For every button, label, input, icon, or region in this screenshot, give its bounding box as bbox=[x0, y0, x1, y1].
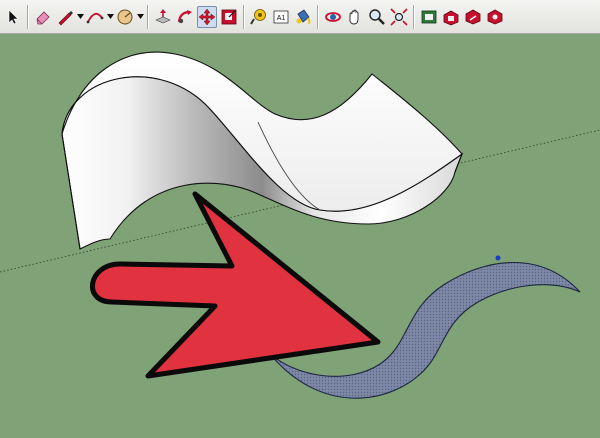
push-pull-tool-button[interactable] bbox=[153, 6, 173, 28]
tape-measure-icon bbox=[250, 8, 266, 25]
follow-me-icon bbox=[177, 9, 192, 23]
paint-bucket-icon bbox=[296, 8, 311, 24]
paint-bucket-tool-button[interactable] bbox=[293, 6, 313, 28]
zoom-icon bbox=[369, 8, 385, 25]
move-icon bbox=[198, 8, 216, 25]
arc-tool-button[interactable] bbox=[85, 6, 105, 28]
scale-icon bbox=[221, 9, 237, 24]
line-tool-button[interactable] bbox=[55, 6, 75, 28]
line-tool-dropdown[interactable] bbox=[76, 6, 84, 28]
move-tool-button[interactable] bbox=[197, 5, 217, 28]
share-model-icon bbox=[465, 9, 481, 24]
share-model-button[interactable] bbox=[463, 6, 483, 28]
protractor-icon bbox=[117, 9, 133, 24]
toolbar-separator bbox=[243, 4, 245, 29]
text-icon: A1 bbox=[273, 10, 289, 23]
3d-scene[interactable] bbox=[0, 34, 600, 438]
toolbar-separator bbox=[27, 4, 29, 29]
protractor-tool-button[interactable] bbox=[115, 6, 135, 28]
zoom-extents-tool-button[interactable] bbox=[389, 6, 409, 28]
pencil-icon bbox=[58, 10, 73, 25]
get-models-icon bbox=[443, 10, 459, 25]
select-arrow-icon bbox=[8, 8, 19, 24]
scale-tool-button[interactable] bbox=[219, 6, 239, 28]
chevron-down-icon bbox=[136, 14, 144, 19]
extension-warehouse-icon bbox=[487, 9, 503, 24]
eraser-tool-button[interactable] bbox=[33, 6, 53, 28]
zoom-tool-button[interactable] bbox=[367, 6, 387, 28]
pan-hand-icon bbox=[349, 9, 359, 24]
push-pull-icon bbox=[155, 8, 171, 23]
warehouse-icon bbox=[421, 10, 437, 23]
protractor-tool-dropdown[interactable] bbox=[136, 6, 144, 28]
get-models-button[interactable] bbox=[441, 6, 461, 28]
main-toolbar: A1 bbox=[0, 0, 600, 34]
arc-tool-dropdown[interactable] bbox=[106, 6, 114, 28]
arc-icon bbox=[86, 12, 104, 23]
chevron-down-icon bbox=[76, 14, 84, 19]
follow-me-tool-button[interactable] bbox=[175, 6, 195, 28]
svg-text:A1: A1 bbox=[277, 15, 286, 22]
toolbar-separator bbox=[317, 4, 319, 29]
tape-measure-tool-button[interactable] bbox=[249, 6, 269, 28]
3d-warehouse-button[interactable] bbox=[419, 6, 439, 28]
chevron-down-icon bbox=[106, 14, 114, 19]
orbit-tool-button[interactable] bbox=[323, 6, 343, 28]
orbit-icon bbox=[325, 11, 341, 22]
zoom-extents-icon bbox=[390, 7, 408, 26]
text-tool-button[interactable]: A1 bbox=[271, 6, 291, 28]
select-tool-button[interactable] bbox=[3, 6, 23, 28]
toolbar-separator bbox=[147, 4, 149, 29]
extension-warehouse-button[interactable] bbox=[485, 6, 505, 28]
model-viewport[interactable] bbox=[0, 34, 600, 438]
pan-tool-button[interactable] bbox=[345, 6, 365, 28]
toolbar-separator bbox=[413, 4, 415, 29]
eraser-icon bbox=[36, 10, 50, 24]
selected-vertex-marker bbox=[495, 255, 501, 261]
